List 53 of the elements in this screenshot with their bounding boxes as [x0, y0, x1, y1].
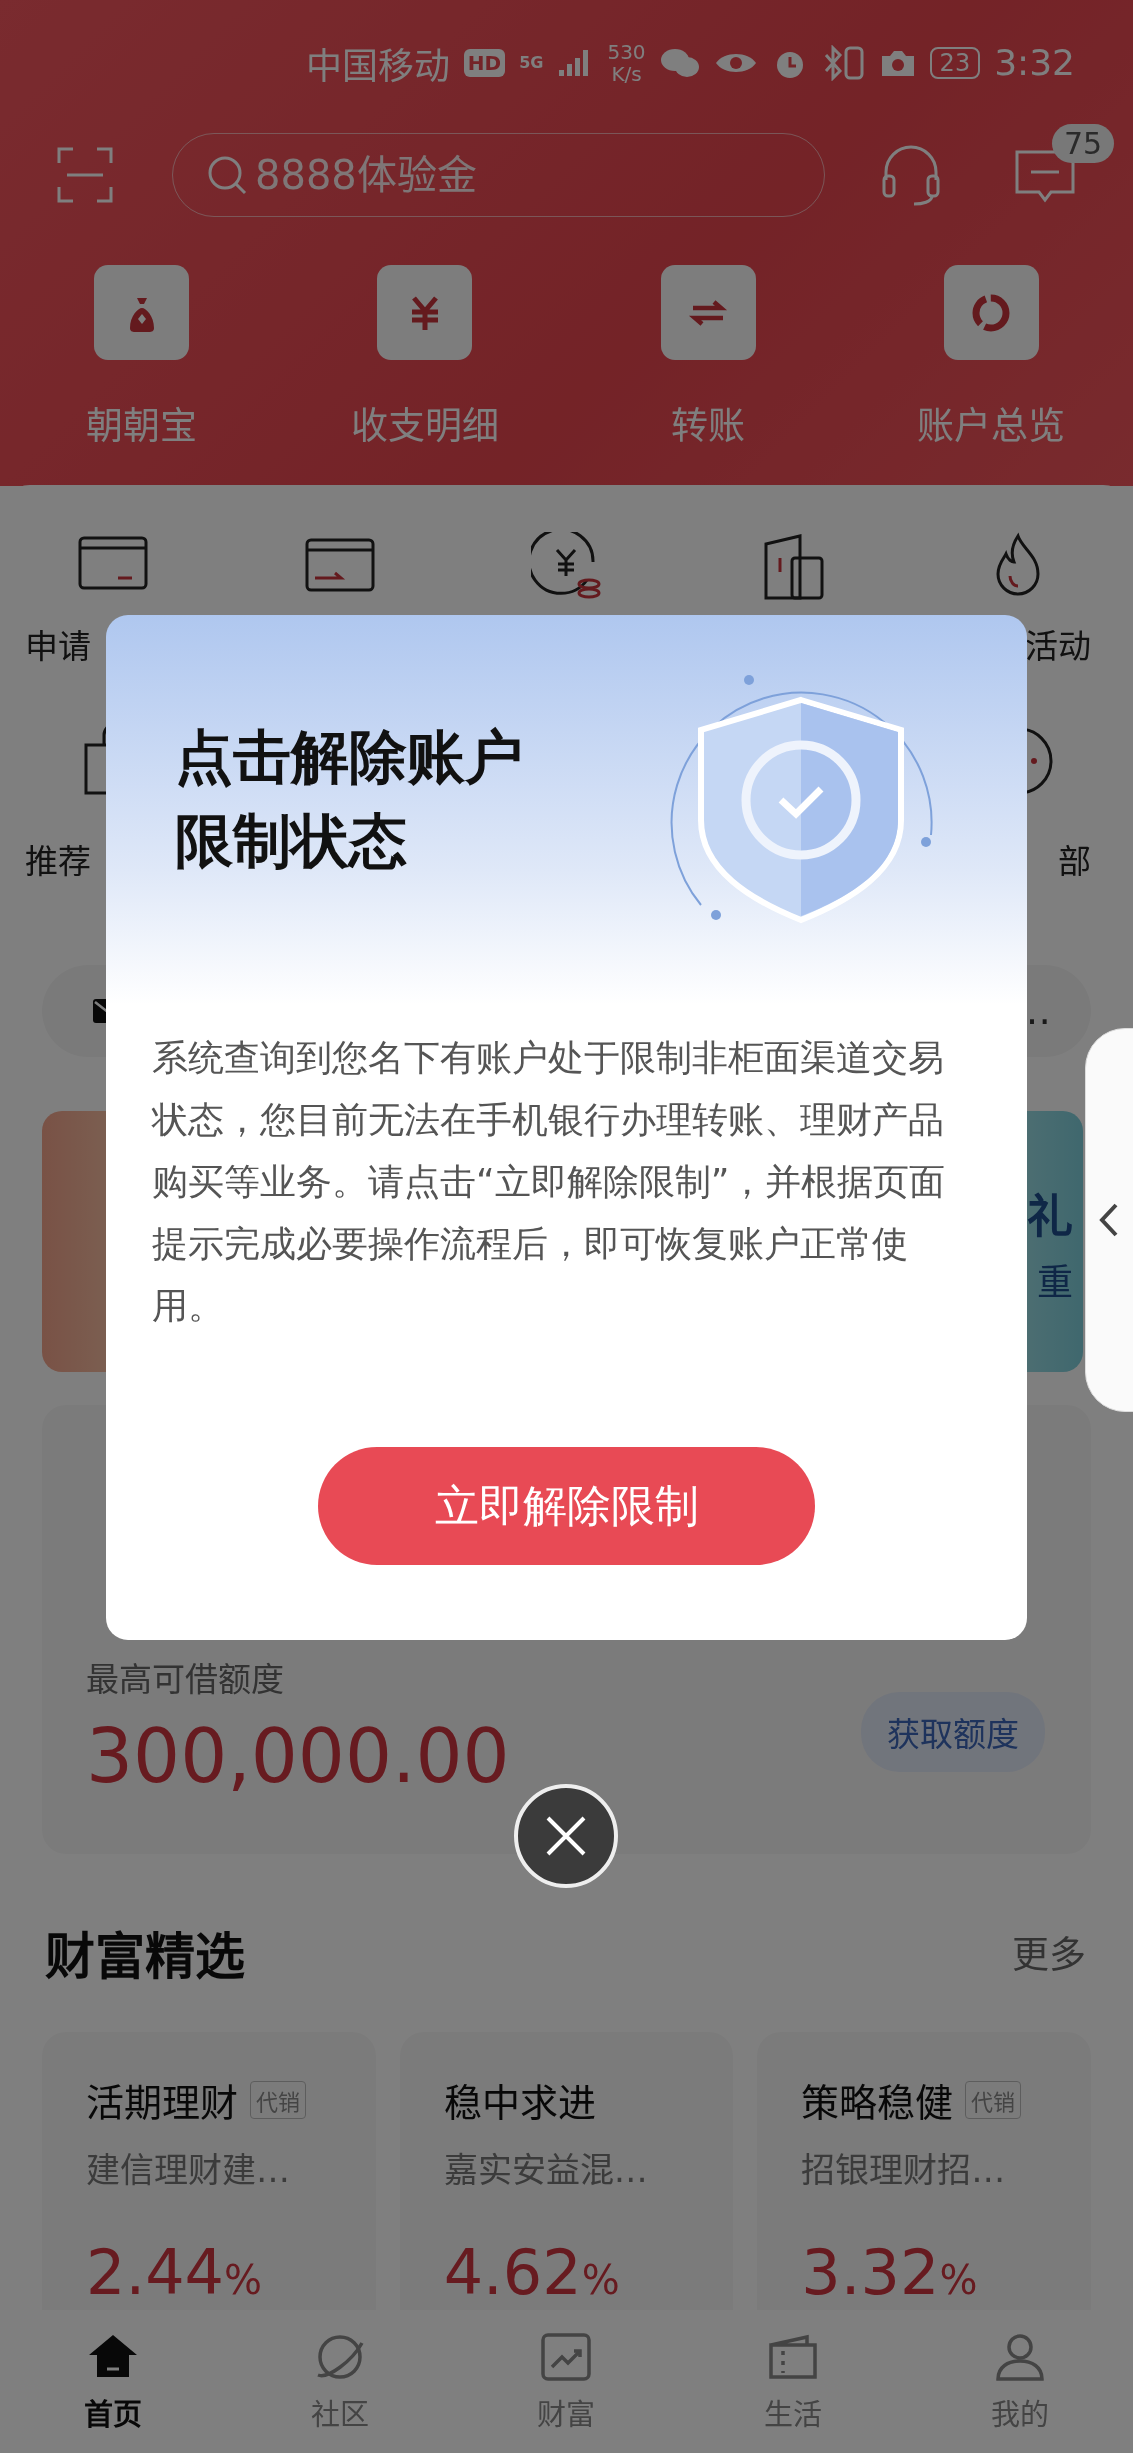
nav-tab[interactable]: 我的 — [906, 2310, 1133, 2453]
product-rate: 4.62% — [443, 2236, 621, 2309]
speed-unit: K/s — [611, 62, 642, 85]
dialog-title: 点击解除账户限制状态 — [175, 722, 524, 878]
search-icon — [206, 154, 248, 196]
banner-title: 礼 — [1027, 1187, 1073, 1245]
product-issuer: 嘉实安益混… — [443, 2149, 649, 2192]
product-rate: 2.44% — [86, 2236, 264, 2309]
scan-icon — [57, 147, 113, 203]
app-tile-icon[interactable] — [660, 265, 756, 360]
app-tile-icon[interactable] — [943, 265, 1039, 360]
banner-subtitle: 重 — [1037, 1260, 1073, 1305]
shortcut-label[interactable]: 朝朝宝 — [86, 396, 198, 450]
chat-bubbles-icon — [659, 46, 700, 79]
product-card[interactable]: 稳中求进 嘉实安益混… 4.62% — [399, 2032, 734, 2310]
shortcut-label[interactable]: 转账 — [671, 396, 746, 450]
shortcut-label[interactable]: 账户总览 — [917, 396, 1066, 450]
more-link[interactable]: 更多 — [1012, 1925, 1086, 1979]
nav-tab[interactable]: 财富 — [453, 2310, 680, 2453]
nav-tab[interactable]: 生活 — [679, 2310, 907, 2453]
battery-level: 23 — [929, 46, 981, 79]
get-limit-button[interactable]: 获取额度 — [861, 1692, 1045, 1772]
credit-limit-amount: 300,000.00 — [86, 1713, 510, 1799]
network-speed: 530 — [607, 40, 646, 63]
network-type: 5G — [519, 54, 544, 71]
product-issuer: 招银理财招… — [801, 2149, 1007, 2192]
search-field[interactable]: 8888体验金 — [172, 133, 825, 217]
app-tile-icon[interactable] — [377, 265, 473, 360]
hd-badge: HD — [463, 48, 506, 77]
unread-badge: 75 — [1052, 124, 1115, 163]
product-issuer: 建信理财建… — [86, 2149, 291, 2192]
chevron-left-icon — [1098, 1202, 1120, 1238]
shortcut-label[interactable]: 收支明细 — [350, 396, 499, 450]
product-rate: 3.32% — [801, 2236, 979, 2309]
remove-restriction-button[interactable]: 立即解除限制 — [318, 1447, 815, 1565]
service-label[interactable]: 活动 — [1025, 620, 1091, 668]
dialog-message: 系统查询到您名下有账户处于限制非柜面渠道交易状态，您目前无法在手机银行办理转账、理财产品购买等业务。请点击“立即解除限制”，并根据页面提示完成必要操作流程后，即可恢复账户正常使用。 — [152, 1036, 947, 1328]
section-title: 财富精选 — [45, 1927, 245, 1988]
credit-limit-label: 最高可借额度 — [86, 1659, 284, 1701]
product-name: 稳中求进 — [443, 2080, 596, 2127]
service-label[interactable]: 部 — [1058, 835, 1091, 883]
close-icon — [544, 1814, 588, 1858]
carrier-name: 中国移动 — [305, 44, 450, 89]
side-tab[interactable] — [1085, 1028, 1133, 1412]
headset-icon — [880, 144, 942, 206]
nav-tab[interactable]: 首页 — [0, 2310, 227, 2453]
product-name: 策略稳健 — [801, 2080, 954, 2127]
nav-tab[interactable]: 社区 — [226, 2310, 454, 2453]
product-name: 活期理财 — [86, 2080, 238, 2127]
service-label[interactable]: 推荐 — [25, 835, 91, 883]
service-label[interactable]: 申请 — [25, 620, 91, 668]
clock-time: 3:32 — [994, 42, 1075, 83]
app-tile-icon[interactable] — [94, 265, 190, 360]
